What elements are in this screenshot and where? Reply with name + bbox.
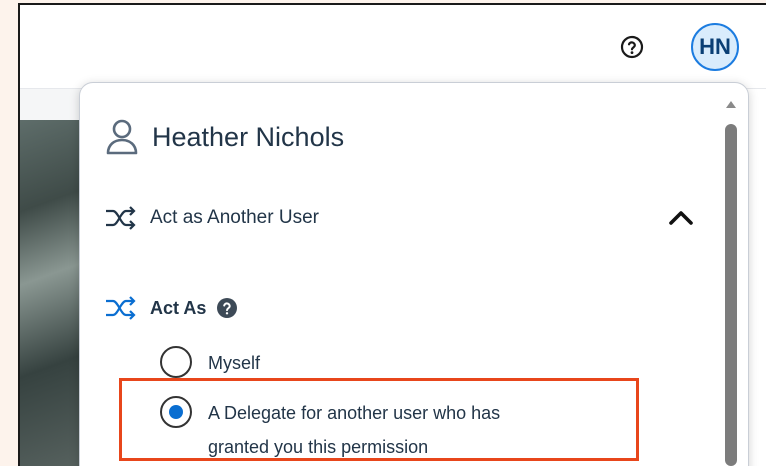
scroll-up-arrow-icon[interactable] bbox=[725, 99, 737, 109]
radio-label-delegate: A Delegate for another user who has gran… bbox=[208, 396, 500, 464]
person-icon bbox=[106, 119, 138, 155]
dropdown-scrollbar[interactable] bbox=[720, 91, 740, 466]
user-name: Heather Nichols bbox=[152, 121, 345, 152]
radio-button-myself[interactable] bbox=[160, 346, 192, 378]
act-as-section: Act As bbox=[104, 293, 238, 323]
shuffle-icon bbox=[106, 296, 136, 320]
radio-label-delegate-line2: granted you this permission bbox=[208, 437, 429, 457]
radio-label-myself: Myself bbox=[208, 353, 261, 373]
act-as-label: Act As bbox=[150, 297, 207, 318]
top-bar: HN bbox=[20, 5, 766, 89]
help-button[interactable] bbox=[620, 35, 644, 59]
act-as-another-user-toggle[interactable]: Act as Another User bbox=[104, 201, 694, 235]
radio-option-delegate[interactable]: A Delegate for another user who has gran… bbox=[160, 396, 500, 464]
shuffle-icon bbox=[106, 206, 136, 230]
background-strip bbox=[20, 89, 80, 120]
radio-option-myself[interactable]: Myself bbox=[160, 346, 260, 380]
scrollbar-thumb[interactable] bbox=[725, 124, 737, 466]
help-info-icon[interactable] bbox=[216, 297, 238, 319]
help-circle-icon bbox=[620, 35, 644, 59]
radio-label-delegate-line1: A Delegate for another user who has bbox=[208, 403, 501, 423]
chevron-up-icon[interactable] bbox=[668, 207, 694, 232]
profile-dropdown: Heather Nichols Act as Another User Act … bbox=[79, 82, 749, 466]
background-image bbox=[20, 120, 80, 466]
user-row: Heather Nichols bbox=[106, 117, 344, 157]
avatar-initials: HN bbox=[699, 34, 731, 59]
avatar-button[interactable]: HN bbox=[691, 23, 739, 71]
radio-button-delegate[interactable] bbox=[160, 396, 192, 428]
act-as-another-user-label: Act as Another User bbox=[150, 207, 319, 228]
app-window: HN Heather Nichols Act as Another User A… bbox=[18, 3, 766, 466]
